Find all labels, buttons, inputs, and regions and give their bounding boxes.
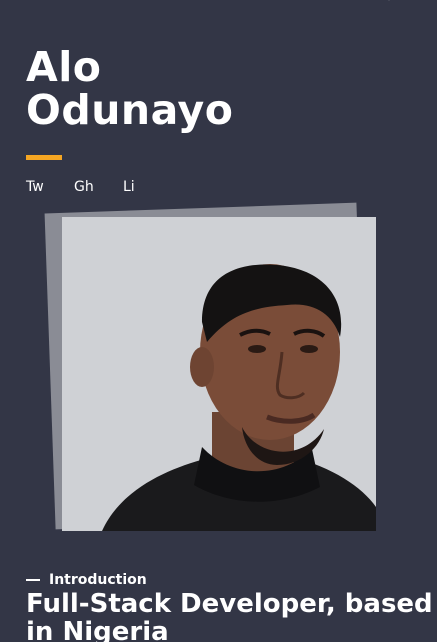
first-name: Alo [26, 43, 102, 91]
headline-line-2: in Nigeria [26, 617, 169, 642]
social-link-github[interactable]: Gh [74, 178, 123, 196]
menu-icon[interactable] [380, 0, 398, 4]
social-links: Tw Gh Li [26, 178, 153, 196]
intro-headline: Full-Stack Developer, based in Nigeria [26, 590, 437, 642]
section-label: Introduction [26, 572, 147, 588]
social-link-linkedin[interactable]: Li [123, 178, 153, 196]
page-title: Alo Odunayo [26, 46, 233, 132]
portrait-photo [62, 217, 376, 531]
section-label-dash [26, 579, 40, 581]
headline-line-1: Full-Stack Developer, based [26, 589, 433, 619]
social-link-twitter[interactable]: Tw [26, 178, 74, 196]
page: Alo Odunayo Tw Gh Li Introduction Full-S… [0, 0, 437, 642]
section-label-text: Introduction [49, 572, 147, 588]
last-name: Odunayo [26, 86, 234, 134]
portrait [44, 202, 380, 534]
accent-divider [26, 155, 62, 160]
